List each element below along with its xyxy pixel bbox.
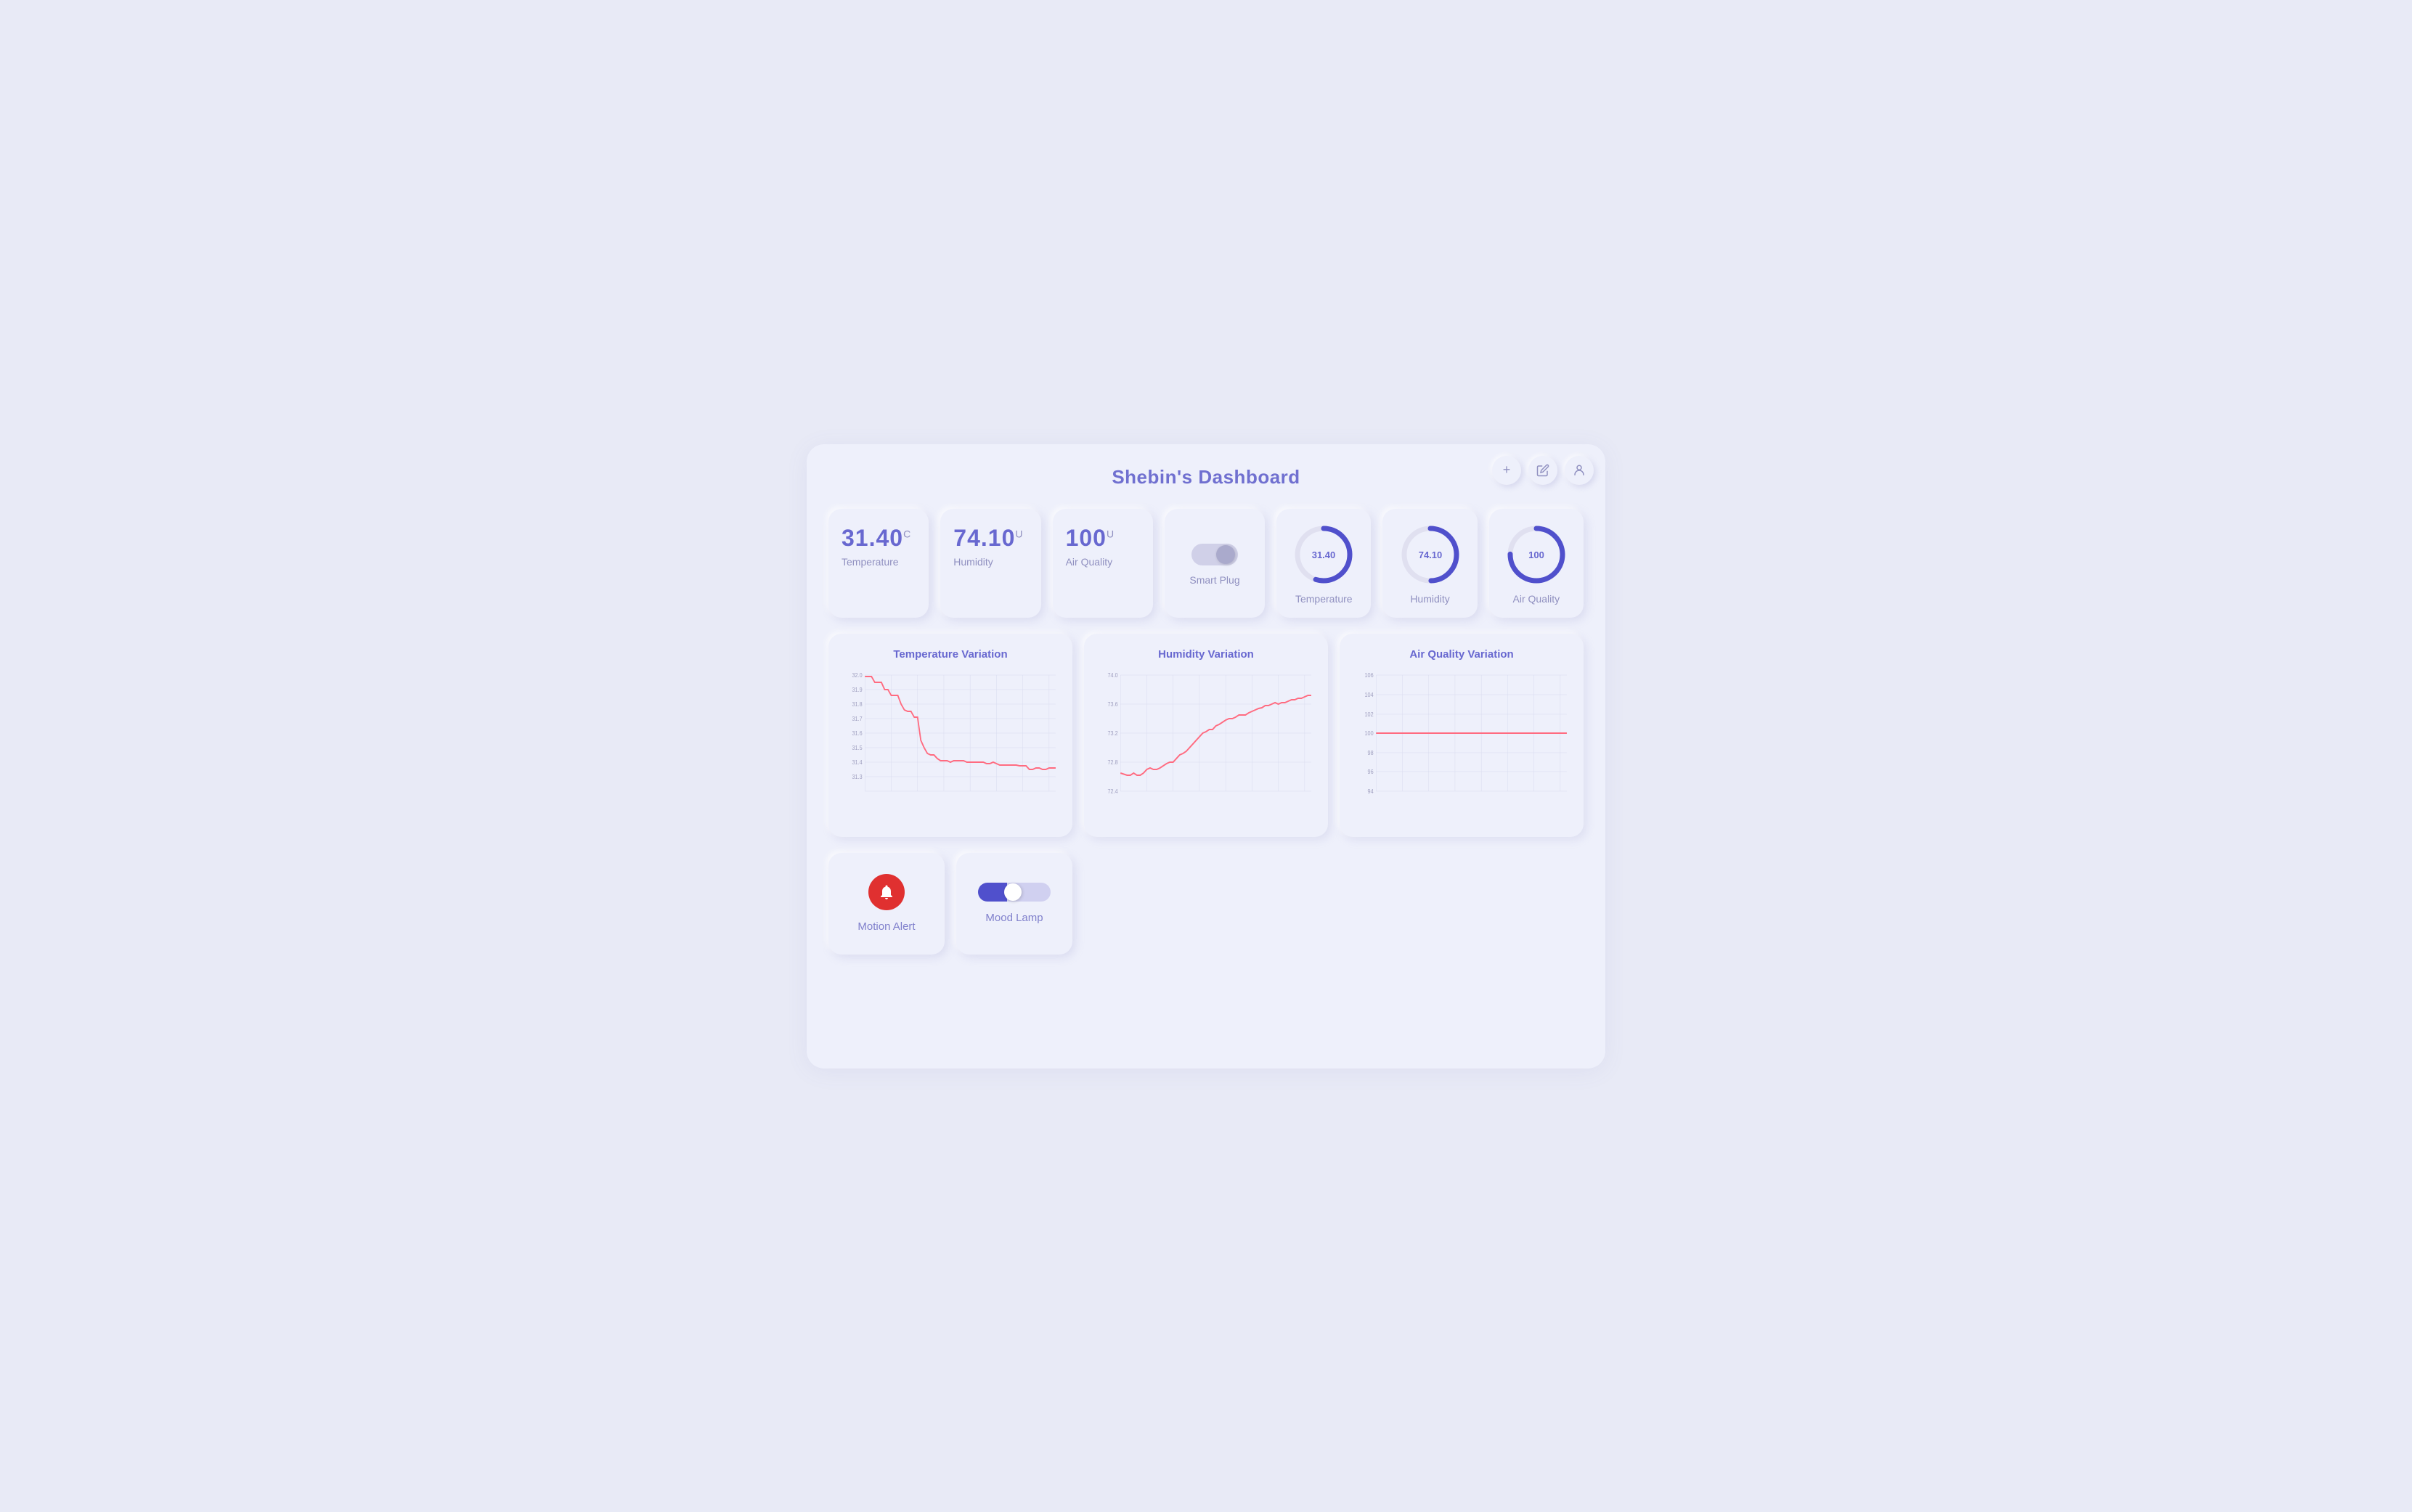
motion-alert-card: Motion Alert bbox=[828, 853, 945, 955]
edit-button[interactable] bbox=[1528, 456, 1557, 485]
aq-chart-card: Air Quality Variation bbox=[1340, 634, 1584, 837]
humidity-gauge-label: Humidity bbox=[1410, 593, 1449, 605]
temperature-stat-card: 31.40C Temperature bbox=[828, 509, 929, 618]
dashboard-title: Shebin's Dashboard bbox=[828, 466, 1584, 489]
top-buttons: + bbox=[1492, 456, 1594, 485]
airquality-value: 100U bbox=[1066, 525, 1115, 552]
stat-cards-row: 31.40C Temperature 74.10U Humidity 100U … bbox=[828, 509, 1584, 618]
toggle-knob bbox=[1216, 545, 1235, 564]
svg-text:31.7: 31.7 bbox=[852, 715, 863, 722]
airquality-gauge-svg: 100 bbox=[1504, 522, 1569, 587]
airquality-gauge-label: Air Quality bbox=[1513, 593, 1560, 605]
aq-chart-svg: 106 104 102 100 98 96 94 bbox=[1350, 668, 1573, 813]
humidity-gauge-svg: 74.10 bbox=[1398, 522, 1463, 587]
temperature-value: 31.40C bbox=[842, 525, 911, 552]
svg-text:72.4: 72.4 bbox=[1108, 788, 1119, 794]
mood-slider-knob bbox=[1004, 883, 1022, 901]
add-button[interactable]: + bbox=[1492, 456, 1521, 485]
smart-plug-toggle[interactable] bbox=[1191, 544, 1238, 565]
svg-text:106: 106 bbox=[1365, 671, 1374, 678]
temperature-gauge-card: 31.40 Temperature bbox=[1276, 509, 1371, 618]
svg-text:73.6: 73.6 bbox=[1108, 700, 1118, 707]
bottom-cards-row: Motion Alert Mood Lamp bbox=[828, 853, 1584, 955]
bell-icon bbox=[878, 883, 895, 901]
svg-text:100: 100 bbox=[1365, 730, 1374, 736]
aq-chart-title: Air Quality Variation bbox=[1350, 648, 1573, 661]
svg-text:104: 104 bbox=[1365, 691, 1374, 698]
temperature-gauge-label: Temperature bbox=[1295, 593, 1353, 605]
airquality-label: Air Quality bbox=[1066, 556, 1113, 568]
humidity-chart-card: Humidity Variation bbox=[1084, 634, 1328, 837]
svg-text:31.9: 31.9 bbox=[852, 686, 863, 692]
temperature-label: Temperature bbox=[842, 556, 899, 568]
svg-text:94: 94 bbox=[1368, 788, 1374, 794]
humidity-value: 74.10U bbox=[953, 525, 1023, 552]
temperature-chart-card: Temperature Variation bbox=[828, 634, 1072, 837]
svg-text:74.10: 74.10 bbox=[1418, 549, 1442, 560]
svg-text:74.0: 74.0 bbox=[1108, 671, 1118, 678]
svg-text:100: 100 bbox=[1528, 549, 1544, 560]
charts-row: Temperature Variation bbox=[828, 634, 1584, 837]
svg-text:31.4: 31.4 bbox=[852, 759, 863, 765]
svg-text:102: 102 bbox=[1365, 711, 1374, 717]
humidity-gauge-card: 74.10 Humidity bbox=[1382, 509, 1477, 618]
svg-text:32.0: 32.0 bbox=[852, 671, 863, 678]
svg-text:73.2: 73.2 bbox=[1108, 730, 1118, 736]
smart-plug-label: Smart Plug bbox=[1189, 574, 1239, 586]
mood-lamp-label: Mood Lamp bbox=[985, 912, 1043, 924]
motion-alert-label: Motion Alert bbox=[857, 920, 915, 933]
humidity-chart-title: Humidity Variation bbox=[1094, 648, 1318, 661]
dashboard-container: + Shebin's Dashboard 31.40C Temperature bbox=[807, 444, 1605, 1068]
humidity-chart-svg: 74.0 73.6 73.2 72.8 72.4 bbox=[1094, 668, 1318, 813]
humidity-label: Humidity bbox=[953, 556, 993, 568]
humidity-line bbox=[1120, 695, 1311, 775]
airquality-stat-card: 100U Air Quality bbox=[1053, 509, 1153, 618]
svg-text:31.40: 31.40 bbox=[1312, 549, 1336, 560]
airquality-unit: U bbox=[1107, 528, 1115, 539]
svg-text:31.6: 31.6 bbox=[852, 730, 863, 736]
svg-text:31.3: 31.3 bbox=[852, 773, 863, 780]
svg-text:98: 98 bbox=[1368, 749, 1374, 756]
svg-text:72.8: 72.8 bbox=[1108, 759, 1118, 765]
temperature-line bbox=[865, 677, 1056, 769]
temperature-unit: C bbox=[903, 528, 911, 539]
smart-plug-card: Smart Plug bbox=[1165, 509, 1265, 618]
svg-text:31.5: 31.5 bbox=[852, 744, 863, 751]
humidity-unit: U bbox=[1015, 528, 1023, 539]
svg-text:96: 96 bbox=[1368, 768, 1374, 775]
mood-lamp-slider[interactable] bbox=[978, 883, 1051, 902]
bell-icon-circle bbox=[868, 874, 905, 910]
airquality-gauge-card: 100 Air Quality bbox=[1489, 509, 1584, 618]
profile-button[interactable] bbox=[1565, 456, 1594, 485]
humidity-stat-card: 74.10U Humidity bbox=[940, 509, 1040, 618]
mood-lamp-card: Mood Lamp bbox=[956, 853, 1072, 955]
svg-text:31.8: 31.8 bbox=[852, 700, 863, 707]
temperature-chart-title: Temperature Variation bbox=[839, 648, 1062, 661]
temperature-chart-svg: 32.0 31.9 31.8 31.7 31.6 31.5 31.4 31.3 bbox=[839, 668, 1062, 813]
temperature-gauge-svg: 31.40 bbox=[1291, 522, 1356, 587]
